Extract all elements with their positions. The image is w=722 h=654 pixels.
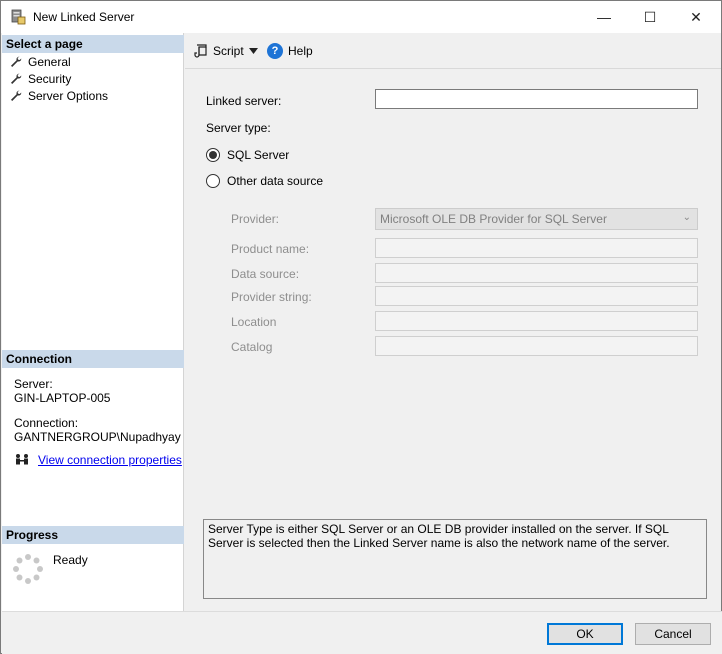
progress-status: Ready <box>53 553 88 567</box>
cancel-button[interactable]: Cancel <box>635 623 711 645</box>
new-linked-server-dialog: New Linked Server — ☐ ✕ Select a page Ge… <box>0 0 722 654</box>
right-pane: Script ? Help Linked server: Server type… <box>185 33 721 611</box>
data-source-label: Data source: <box>231 267 300 281</box>
left-pane: Select a page General Security Server Op… <box>2 33 184 611</box>
provider-string-label: Provider string: <box>231 290 312 304</box>
connection-label: Connection: <box>14 416 79 430</box>
chevron-down-icon <box>249 48 258 54</box>
help-label: Help <box>288 44 313 58</box>
page-item-label: Security <box>28 72 72 86</box>
server-type-label: Server type: <box>206 121 271 135</box>
ok-button[interactable]: OK <box>547 623 623 645</box>
provider-value: Microsoft OLE DB Provider for SQL Server <box>380 212 607 226</box>
help-icon: ? <box>267 43 283 59</box>
script-button[interactable]: Script <box>194 42 244 60</box>
radio-other-data-source[interactable]: Other data source <box>206 174 323 188</box>
script-icon <box>194 44 207 58</box>
chevron-down-icon: ⌄ <box>682 212 691 223</box>
product-name-label: Product name: <box>231 242 310 256</box>
view-connection-properties[interactable]: View connection properties <box>14 453 182 467</box>
toolbar: Script ? Help <box>185 33 721 69</box>
location-label: Location <box>231 315 277 329</box>
radio-other-label: Other data source <box>227 174 324 188</box>
script-dropdown-button[interactable] <box>249 42 258 60</box>
progress-header: Progress <box>2 526 184 544</box>
server-type-description: Server Type is either SQL Server or an O… <box>203 519 707 599</box>
wrench-icon <box>11 56 22 67</box>
minimize-button[interactable]: — <box>581 1 627 33</box>
script-label: Script <box>213 44 244 58</box>
radio-sql-server[interactable]: SQL Server <box>206 148 289 162</box>
page-item-label: Server Options <box>28 89 109 103</box>
close-button[interactable]: ✕ <box>673 1 719 33</box>
radio-selected-icon[interactable] <box>206 148 220 162</box>
provider-string-input[interactable] <box>375 286 698 306</box>
window-title: New Linked Server <box>33 10 135 24</box>
wrench-icon <box>11 73 22 84</box>
database-server-icon <box>11 9 26 25</box>
catalog-label: Catalog <box>231 340 273 354</box>
page-item-label: General <box>28 55 71 69</box>
radio-sql-server-label: SQL Server <box>227 148 290 162</box>
product-name-input[interactable] <box>375 238 698 258</box>
data-source-input[interactable] <box>375 263 698 283</box>
location-input[interactable] <box>375 311 698 331</box>
title-bar: New Linked Server — ☐ ✕ <box>1 1 721 33</box>
wrench-icon <box>11 90 22 101</box>
maximize-button[interactable]: ☐ <box>627 1 673 33</box>
provider-select[interactable]: Microsoft OLE DB Provider for SQL Server… <box>375 208 698 230</box>
linked-server-input[interactable] <box>375 89 698 109</box>
page-item-server-options[interactable]: Server Options <box>10 88 108 104</box>
server-label: Server: <box>14 377 53 391</box>
maximize-icon: ☐ <box>643 8 657 25</box>
page-item-security[interactable]: Security <box>10 71 71 87</box>
radio-unselected-icon[interactable] <box>206 174 220 188</box>
connection-users-icon <box>16 454 28 465</box>
progress-spinner-icon <box>13 554 43 584</box>
provider-label: Provider: <box>231 212 280 226</box>
connection-header: Connection <box>2 350 184 368</box>
close-icon: ✕ <box>690 8 702 25</box>
minimize-icon: — <box>597 9 611 25</box>
page-item-general[interactable]: General <box>10 54 71 70</box>
linked-server-label: Linked server: <box>206 94 282 108</box>
help-button[interactable]: ? Help <box>267 42 313 60</box>
server-value: GIN-LAPTOP-005 <box>14 391 111 405</box>
view-connection-properties-link[interactable]: View connection properties <box>38 453 182 467</box>
dialog-button-bar: OK Cancel <box>2 611 722 654</box>
select-page-header: Select a page <box>2 35 184 53</box>
catalog-input[interactable] <box>375 336 698 356</box>
connection-value: GANTNERGROUP\Nupadhyay <box>14 430 181 444</box>
